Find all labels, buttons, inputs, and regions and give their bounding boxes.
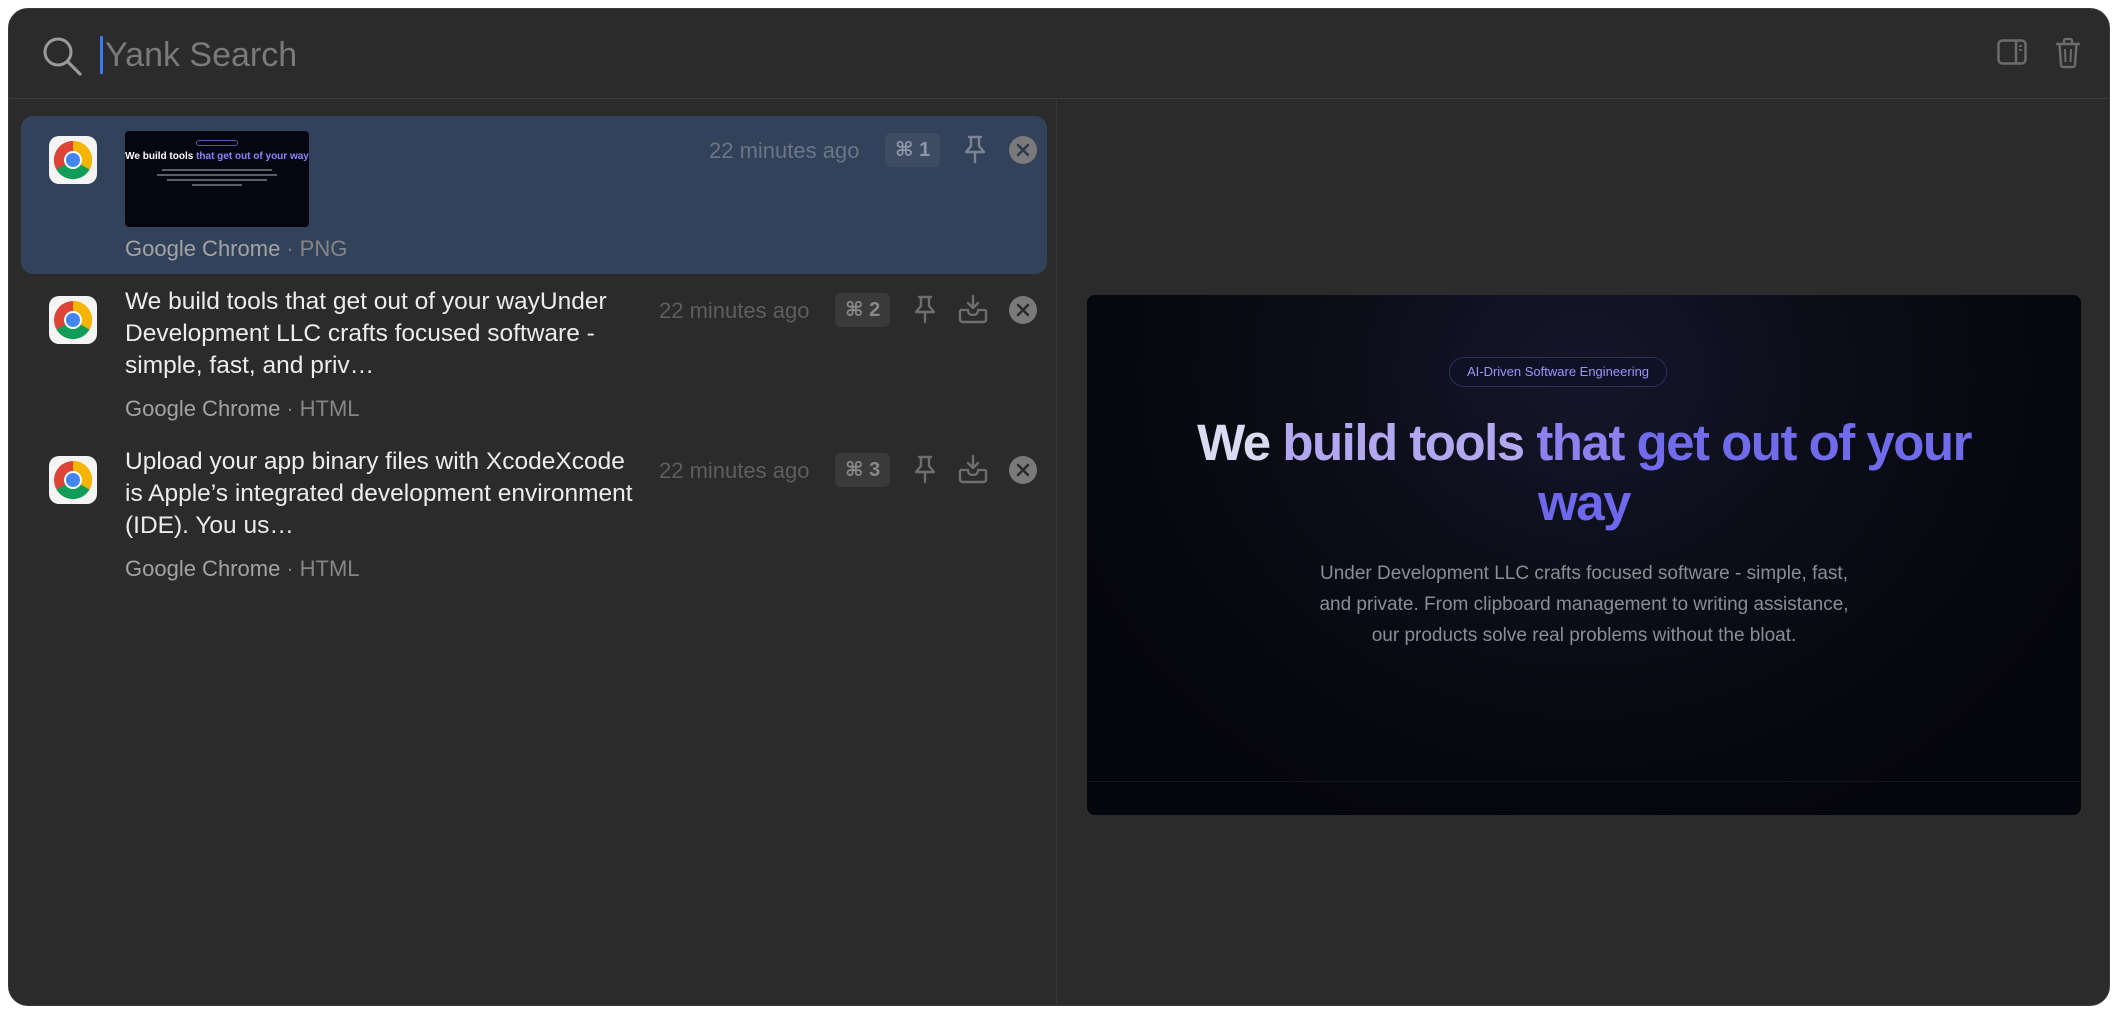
- clipboard-list: We build tools that get out of your way …: [9, 100, 1057, 1005]
- list-item[interactable]: We build tools that get out of your way …: [21, 116, 1047, 274]
- trash-icon[interactable]: [2055, 37, 2081, 69]
- close-icon[interactable]: [1009, 136, 1037, 164]
- timestamp: 22 minutes ago: [659, 458, 810, 483]
- search-input[interactable]: [105, 27, 1905, 83]
- timestamp: 22 minutes ago: [709, 138, 860, 163]
- chrome-icon: [49, 136, 97, 184]
- item-text: We build tools that get out of your wayU…: [125, 288, 607, 379]
- shortcut-badge: ⌘ 1: [885, 133, 941, 167]
- pin-icon[interactable]: [961, 134, 989, 164]
- thumbnail-badge: [196, 140, 238, 146]
- preview-badge: AI-Driven Software Engineering: [1449, 357, 1667, 387]
- list-item[interactable]: Upload your app binary files with XcodeX…: [21, 436, 1047, 594]
- app-name: Google Chrome: [125, 236, 281, 261]
- chrome-icon: [49, 296, 97, 344]
- app-name: Google Chrome: [125, 396, 281, 421]
- shortcut-badge: ⌘ 2: [835, 293, 891, 327]
- timestamp: 22 minutes ago: [659, 298, 810, 323]
- text-caret: [100, 36, 103, 74]
- search-icon: [43, 37, 82, 76]
- app-name: Google Chrome: [125, 556, 281, 581]
- save-icon[interactable]: [957, 454, 989, 484]
- close-icon[interactable]: [1009, 456, 1037, 484]
- shortcut-badge: ⌘ 3: [835, 453, 891, 487]
- sidebar-toggle-icon[interactable]: [1997, 39, 2027, 65]
- chrome-icon: [49, 456, 97, 504]
- content-type: HTML: [299, 556, 360, 581]
- preview-image: AI-Driven Software Engineering We build …: [1087, 295, 2081, 815]
- preview-subtitle: Under Development LLC crafts focused sof…: [1319, 563, 1849, 646]
- save-icon[interactable]: [957, 294, 989, 324]
- search-bar: [9, 9, 2109, 99]
- close-icon[interactable]: [1009, 296, 1037, 324]
- preview-hero-title: We build tools that get out of your way: [1197, 414, 1972, 531]
- item-meta: Google Chrome · HTML: [125, 556, 360, 581]
- item-meta: Google Chrome · HTML: [125, 396, 360, 421]
- yank-window: We build tools that get out of your way …: [8, 8, 2110, 1006]
- thumbnail-title: We build tools that get out of your way: [125, 151, 309, 162]
- content-type: PNG: [299, 236, 348, 261]
- item-meta: Google Chrome · PNG: [125, 236, 348, 261]
- content-type: HTML: [299, 396, 360, 421]
- image-thumbnail: We build tools that get out of your way: [125, 131, 309, 227]
- pin-icon[interactable]: [911, 454, 939, 484]
- item-text: Upload your app binary files with XcodeX…: [125, 448, 633, 539]
- list-item[interactable]: We build tools that get out of your wayU…: [21, 276, 1047, 434]
- pin-icon[interactable]: [911, 294, 939, 324]
